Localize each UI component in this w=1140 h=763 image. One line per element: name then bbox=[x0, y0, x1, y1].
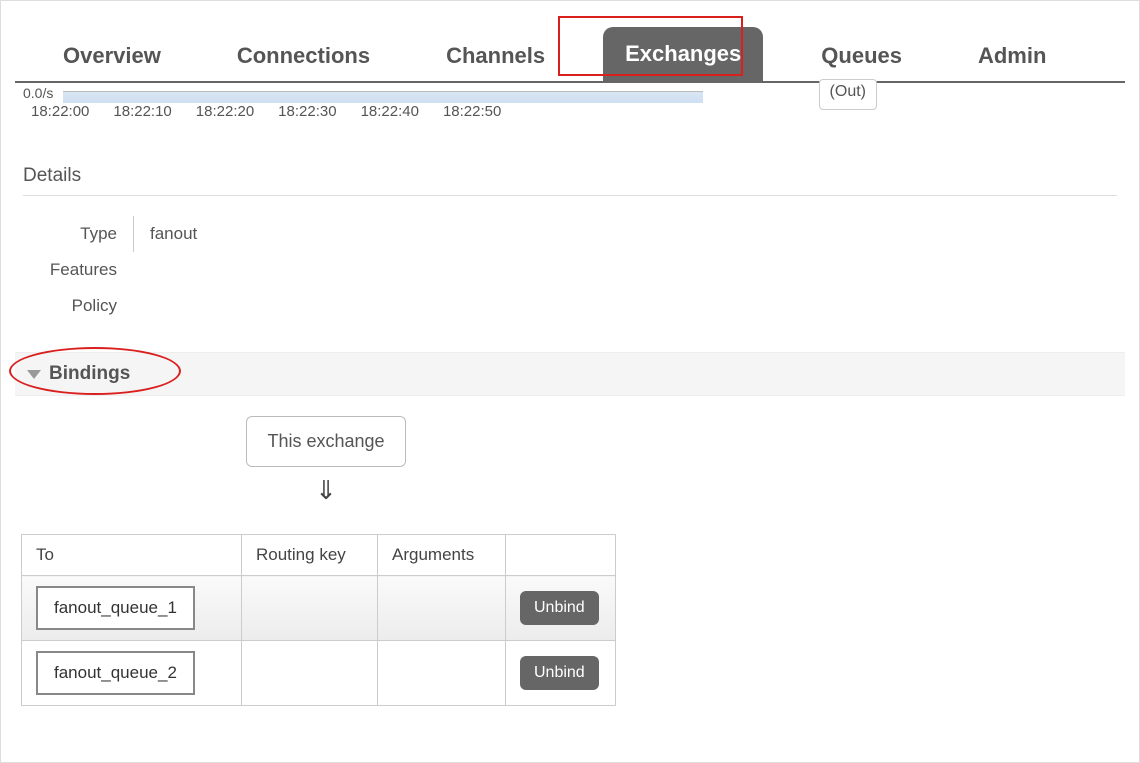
bindings-header[interactable]: Bindings bbox=[15, 352, 1125, 396]
details-section: Details Type fanout Features Policy bbox=[15, 165, 1125, 324]
tab-overview[interactable]: Overview bbox=[45, 31, 179, 81]
tab-channels[interactable]: Channels bbox=[428, 31, 563, 81]
queue-link[interactable]: fanout_queue_1 bbox=[36, 586, 195, 630]
tab-connections[interactable]: Connections bbox=[219, 31, 388, 81]
details-heading: Details bbox=[23, 165, 1117, 196]
detail-label-policy: Policy bbox=[23, 288, 133, 324]
xtick: 18:22:20 bbox=[196, 103, 254, 120]
binding-row: fanout_queue_2 Unbind bbox=[22, 641, 616, 706]
rate-chart-area bbox=[63, 91, 703, 103]
collapse-icon bbox=[27, 370, 41, 379]
unbind-button[interactable]: Unbind bbox=[520, 591, 599, 625]
message-rates-chart: 0.0/s (Out) 18:22:00 18:22:10 18:22:20 1… bbox=[15, 85, 1125, 125]
col-routing-key: Routing key bbox=[242, 535, 378, 576]
binding-arguments bbox=[378, 641, 506, 706]
binding-routing-key bbox=[242, 641, 378, 706]
tab-admin[interactable]: Admin bbox=[960, 31, 1064, 81]
xtick: 18:22:00 bbox=[31, 103, 89, 120]
bindings-flow: This exchange ⇓ bbox=[221, 416, 431, 506]
queue-link[interactable]: fanout_queue_2 bbox=[36, 651, 195, 695]
binding-routing-key bbox=[242, 576, 378, 641]
tab-exchanges[interactable]: Exchanges bbox=[603, 27, 763, 81]
detail-value-features bbox=[133, 252, 1117, 288]
rate-value: 0.0/s bbox=[23, 85, 53, 101]
main-tabs: Overview Connections Channels Exchanges … bbox=[15, 11, 1125, 83]
bindings-table: To Routing key Arguments fanout_queue_1 … bbox=[21, 534, 616, 706]
bindings-title: Bindings bbox=[49, 363, 130, 385]
tab-queues[interactable]: Queues bbox=[803, 31, 920, 81]
xtick: 18:22:40 bbox=[361, 103, 419, 120]
col-to: To bbox=[22, 535, 242, 576]
detail-label-type: Type bbox=[23, 216, 133, 252]
xtick: 18:22:10 bbox=[113, 103, 171, 120]
rate-chart-xticks: 18:22:00 18:22:10 18:22:20 18:22:30 18:2… bbox=[31, 103, 501, 120]
rate-legend-out: (Out) bbox=[819, 79, 877, 110]
detail-value-type: fanout bbox=[133, 216, 1117, 252]
xtick: 18:22:30 bbox=[278, 103, 336, 120]
detail-value-policy bbox=[133, 288, 1117, 324]
binding-arguments bbox=[378, 576, 506, 641]
col-arguments: Arguments bbox=[378, 535, 506, 576]
this-exchange-box: This exchange bbox=[246, 416, 405, 467]
binding-row: fanout_queue_1 Unbind bbox=[22, 576, 616, 641]
detail-label-features: Features bbox=[23, 252, 133, 288]
xtick: 18:22:50 bbox=[443, 103, 501, 120]
col-action bbox=[506, 535, 616, 576]
unbind-button[interactable]: Unbind bbox=[520, 656, 599, 690]
down-arrow-icon: ⇓ bbox=[315, 475, 337, 506]
